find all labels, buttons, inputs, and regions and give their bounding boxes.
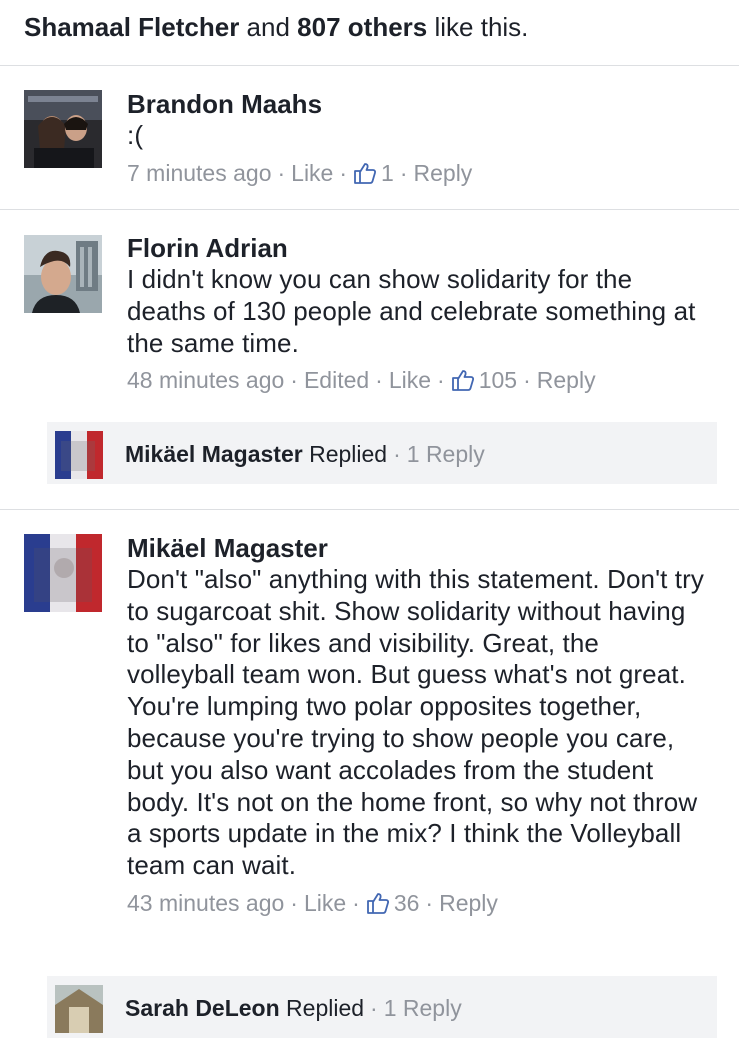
reply-author[interactable]: Sarah DeLeon bbox=[125, 995, 280, 1021]
reply-count[interactable]: 1 Reply bbox=[384, 995, 462, 1021]
like-count[interactable]: 36 bbox=[394, 890, 420, 916]
thumbs-up-icon[interactable] bbox=[353, 161, 377, 191]
reply-action: Replied bbox=[286, 995, 365, 1021]
comment-item: Florin Adrian I didn't know you can show… bbox=[0, 209, 739, 510]
comment-meta: 48 minutes ago · Edited · Like · 105 · Reply bbox=[127, 365, 709, 398]
separator-dot: · bbox=[290, 367, 298, 394]
comment-author[interactable]: Mikäel Magaster bbox=[127, 532, 709, 564]
reply-preview-text[interactable]: Mikäel Magaster Replied · 1 Reply bbox=[125, 439, 485, 469]
comment-item: Mikäel Magaster Don't "also" anything wi… bbox=[0, 509, 739, 1038]
thumbs-up-icon[interactable] bbox=[366, 891, 390, 921]
like-count[interactable]: 1 bbox=[381, 160, 394, 186]
liker-name[interactable]: Shamaal Fletcher bbox=[24, 12, 239, 42]
comment-author[interactable]: Florin Adrian bbox=[127, 232, 709, 264]
likes-suffix: like this. bbox=[434, 12, 529, 42]
comment-text: I didn't know you can show solidarity fo… bbox=[127, 264, 696, 358]
separator-dot: · bbox=[399, 159, 408, 186]
reply-preview[interactable]: Mikäel Magaster Replied · 1 Reply bbox=[47, 422, 717, 484]
separator-dot: · bbox=[375, 367, 383, 394]
reply-author[interactable]: Mikäel Magaster bbox=[125, 441, 303, 467]
like-link[interactable]: Like bbox=[304, 890, 346, 916]
reply-preview-text[interactable]: Sarah DeLeon Replied · 1 Reply bbox=[125, 993, 462, 1023]
french-flag-avatar[interactable] bbox=[55, 431, 103, 479]
edited-label[interactable]: Edited bbox=[304, 367, 369, 393]
comment-text: Don't "also" anything with this statemen… bbox=[127, 564, 704, 881]
separator-dot: · bbox=[393, 441, 401, 467]
like-link[interactable]: Like bbox=[389, 367, 431, 393]
separator-dot: · bbox=[339, 159, 348, 186]
comment-time[interactable]: 7 minutes ago bbox=[127, 160, 271, 186]
avatar[interactable] bbox=[55, 985, 103, 1033]
separator-dot: · bbox=[277, 159, 286, 186]
comment-time[interactable]: 43 minutes ago bbox=[127, 890, 284, 916]
separator-dot: · bbox=[523, 367, 531, 394]
like-link[interactable]: Like bbox=[291, 160, 333, 186]
separator-dot: · bbox=[425, 889, 434, 916]
likes-summary-text[interactable]: Shamaal Fletcher and 807 others like thi… bbox=[24, 12, 528, 42]
avatar[interactable] bbox=[24, 235, 102, 313]
reply-link[interactable]: Reply bbox=[414, 160, 473, 186]
separator-dot: · bbox=[290, 889, 298, 916]
reply-action: Replied bbox=[309, 441, 388, 467]
thumbs-up-icon[interactable] bbox=[451, 368, 475, 398]
separator-dot: · bbox=[437, 367, 445, 394]
reply-link[interactable]: Reply bbox=[537, 367, 596, 393]
comment-meta: 43 minutes ago · Like · 36 · Reply bbox=[127, 888, 709, 921]
likes-and: and bbox=[246, 12, 290, 42]
likers-others[interactable]: 807 others bbox=[297, 12, 427, 42]
reply-preview[interactable]: Sarah DeLeon Replied · 1 Reply bbox=[47, 976, 717, 1038]
separator-dot: · bbox=[370, 995, 378, 1021]
comment-text: :( bbox=[127, 120, 144, 150]
avatar[interactable] bbox=[24, 90, 102, 168]
comment-item: Brandon Maahs :( 7 minutes ago · Like · 1 · Re… bbox=[0, 66, 739, 209]
comment-time[interactable]: 48 minutes ago bbox=[127, 367, 284, 393]
like-count[interactable]: 105 bbox=[479, 367, 517, 393]
separator-dot: · bbox=[352, 889, 360, 916]
likes-summary-bar[interactable]: Shamaal Fletcher and 807 others like thi… bbox=[0, 0, 739, 66]
reply-link[interactable]: Reply bbox=[439, 890, 498, 916]
comment-meta: 7 minutes ago · Like · 1 · Reply bbox=[127, 158, 709, 191]
comment-author[interactable]: Brandon Maahs bbox=[127, 88, 709, 120]
reply-count[interactable]: 1 Reply bbox=[407, 441, 485, 467]
french-flag-avatar[interactable] bbox=[24, 534, 102, 612]
